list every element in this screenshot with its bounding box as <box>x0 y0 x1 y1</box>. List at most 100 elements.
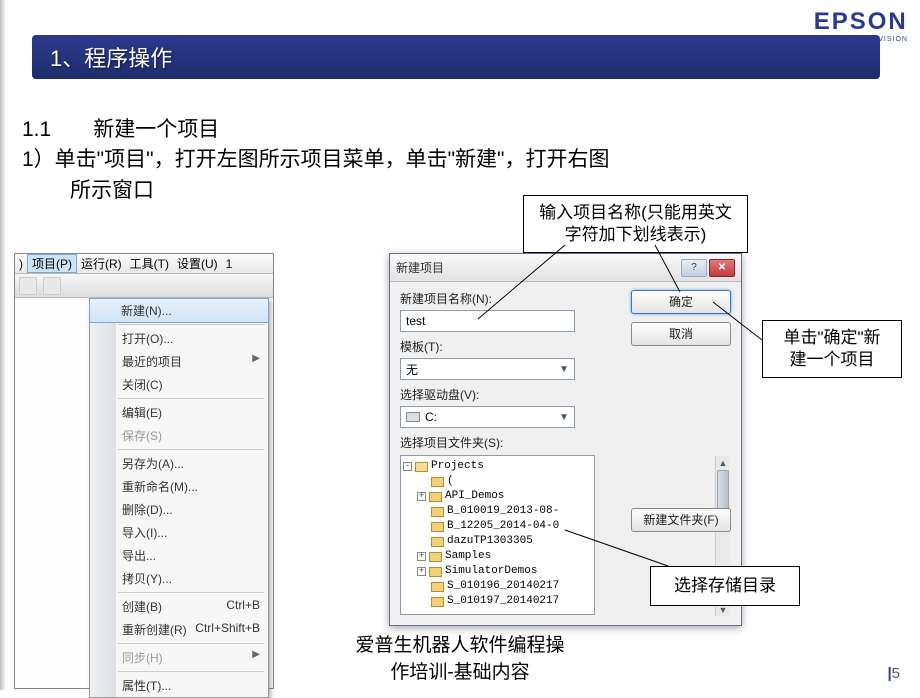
menu-item[interactable]: 最近的项目 ▶ <box>90 350 268 373</box>
menu-item-label: 另存为(A)... <box>122 455 184 472</box>
menu-item[interactable]: 导入(I)... <box>90 521 268 544</box>
menu-item[interactable]: 删除(D)... <box>90 498 268 521</box>
submenu-arrow-icon: ▶ <box>252 353 260 370</box>
scroll-up-icon[interactable]: ▲ <box>716 456 730 469</box>
menu-item-label: 打开(O)... <box>122 330 173 347</box>
folder-icon <box>415 462 428 472</box>
menu-item-label: 拷贝(Y)... <box>122 570 172 587</box>
callout-line: 单击"确定"新 <box>773 327 891 349</box>
help-button[interactable]: ? <box>681 259 707 277</box>
menu-separator <box>118 449 264 450</box>
menu-item[interactable]: 打开(O)... <box>90 327 268 350</box>
drive-icon <box>406 412 420 422</box>
template-combo[interactable]: 无 ▼ <box>400 358 575 380</box>
body-line-1: 1.1 新建一个项目 <box>22 115 610 145</box>
tree-node[interactable]: B_010019_2013-08- <box>403 504 592 519</box>
slide-footer: 爱普生机器人软件编程操 作培训-基础内容 <box>0 630 920 684</box>
tree-node-label: S_010196_20140217 <box>447 579 559 594</box>
folder-icon <box>429 492 442 502</box>
tree-node-label: Samples <box>445 549 491 564</box>
section-title-bar: 1、程序操作 <box>32 35 880 79</box>
drive-value: C: <box>420 410 559 424</box>
tree-node[interactable]: ( <box>403 474 592 489</box>
tree-node[interactable]: dazuTP1303305 <box>403 534 592 549</box>
toolbar <box>15 274 273 298</box>
new-folder-button[interactable]: 新建文件夹(F) <box>631 508 731 532</box>
cancel-button[interactable]: 取消 <box>631 322 731 346</box>
tree-node-label: SimulatorDemos <box>445 564 537 579</box>
tree-node-label: B_12205_2014-04-0 <box>447 519 559 534</box>
menu-item[interactable]: 导出... <box>90 544 268 567</box>
tree-node[interactable]: B_12205_2014-04-0 <box>403 519 592 534</box>
tree-node[interactable]: + API_Demos <box>403 489 592 504</box>
menu-item-label: 最近的项目 <box>122 353 182 370</box>
folder-icon <box>429 552 442 562</box>
expand-icon[interactable]: + <box>417 552 426 561</box>
callout-name-hint: 输入项目名称(只能用英文 字符加下划线表示) <box>523 195 748 253</box>
close-button[interactable]: ✕ <box>709 259 735 277</box>
menu-item-label: 创建(B) <box>122 598 162 615</box>
menu-item[interactable]: 编辑(E) <box>90 401 268 424</box>
toolbar-button[interactable] <box>19 277 37 295</box>
tree-node-label: API_Demos <box>445 489 504 504</box>
menubar-frag-left: ) <box>15 257 27 271</box>
chevron-down-icon: ▼ <box>559 364 569 375</box>
project-name-value: test <box>406 314 425 328</box>
folder-label: 选择项目文件夹(S): <box>400 434 731 451</box>
tree-node[interactable]: S_010197_20140217 <box>403 594 592 609</box>
slide-left-shadow <box>0 0 6 690</box>
menu-item: 保存(S) <box>90 424 268 447</box>
body-line-2: 1）单击"项目"，打开左图所示项目菜单，单击"新建"，打开右图 <box>22 145 610 175</box>
menu-item[interactable]: 另存为(A)... <box>90 452 268 475</box>
body-line-3: 所示窗口 <box>22 176 610 206</box>
folder-icon <box>431 582 444 592</box>
tree-node-label: B_010019_2013-08- <box>447 504 559 519</box>
tree-node[interactable]: -Projects <box>403 459 592 474</box>
folder-icon <box>431 597 444 607</box>
expand-icon[interactable]: + <box>417 492 426 501</box>
tree-node[interactable]: + Samples <box>403 549 592 564</box>
tree-node[interactable]: + SimulatorDemos <box>403 564 592 579</box>
project-name-input[interactable]: test <box>400 310 575 332</box>
callout-line: 输入项目名称(只能用英文 <box>534 202 737 224</box>
project-menu-screenshot: ) 项目(P) 运行(R) 工具(T) 设置(U) 1 新建(N)... 打开(O… <box>14 253 274 689</box>
menu-separator <box>118 592 264 593</box>
menu-item[interactable]: 拷贝(Y)... <box>90 567 268 590</box>
logo-text: EPSON <box>813 8 908 36</box>
callout-ok-hint: 单击"确定"新 建一个项目 <box>762 320 902 378</box>
folder-tree[interactable]: -Projects( + API_DemosB_010019_2013-08-B_1… <box>400 455 595 615</box>
menu-item[interactable]: 关闭(C) <box>90 373 268 396</box>
menubar-item-settings[interactable]: 设置(U) <box>173 255 222 272</box>
callout-folder-hint: 选择存储目录 <box>650 566 800 606</box>
collapse-icon[interactable]: - <box>403 462 412 471</box>
menubar-item-project[interactable]: 项目(P) <box>27 254 77 273</box>
menu-item-label: 关闭(C) <box>122 376 163 393</box>
menu-item[interactable]: 新建(N)... <box>89 298 269 323</box>
menu-item[interactable]: 重新命名(M)... <box>90 475 268 498</box>
chevron-down-icon: ▼ <box>559 412 569 423</box>
toolbar-button[interactable] <box>43 277 61 295</box>
menu-separator <box>118 398 264 399</box>
folder-icon <box>431 507 444 517</box>
callout-line: 选择存储目录 <box>674 576 776 595</box>
menubar-item-run[interactable]: 运行(R) <box>77 255 126 272</box>
menu-item-label: 新建(N)... <box>121 302 172 319</box>
menubar-item-tools[interactable]: 工具(T) <box>126 255 173 272</box>
tree-node-label: S_010197_20140217 <box>447 594 559 609</box>
menu-item-label: 导入(I)... <box>122 524 167 541</box>
folder-icon <box>431 537 444 547</box>
footer-line-2: 作培训-基础内容 <box>0 657 920 684</box>
dialog-titlebar: 新建项目 ? ✕ <box>390 254 741 282</box>
menu-item-label: 删除(D)... <box>122 501 173 518</box>
menu-item[interactable]: 创建(B)Ctrl+B <box>90 595 268 618</box>
template-value: 无 <box>406 361 559 378</box>
folder-icon <box>431 522 444 532</box>
tree-node[interactable]: S_010196_20140217 <box>403 579 592 594</box>
callout-line: 建一个项目 <box>773 349 891 371</box>
ok-button[interactable]: 确定 <box>631 290 731 314</box>
expand-icon[interactable]: + <box>417 567 426 576</box>
folder-icon <box>431 477 444 487</box>
menubar: ) 项目(P) 运行(R) 工具(T) 设置(U) 1 <box>15 254 273 274</box>
folder-icon <box>429 567 442 577</box>
drive-combo[interactable]: C: ▼ <box>400 406 575 428</box>
